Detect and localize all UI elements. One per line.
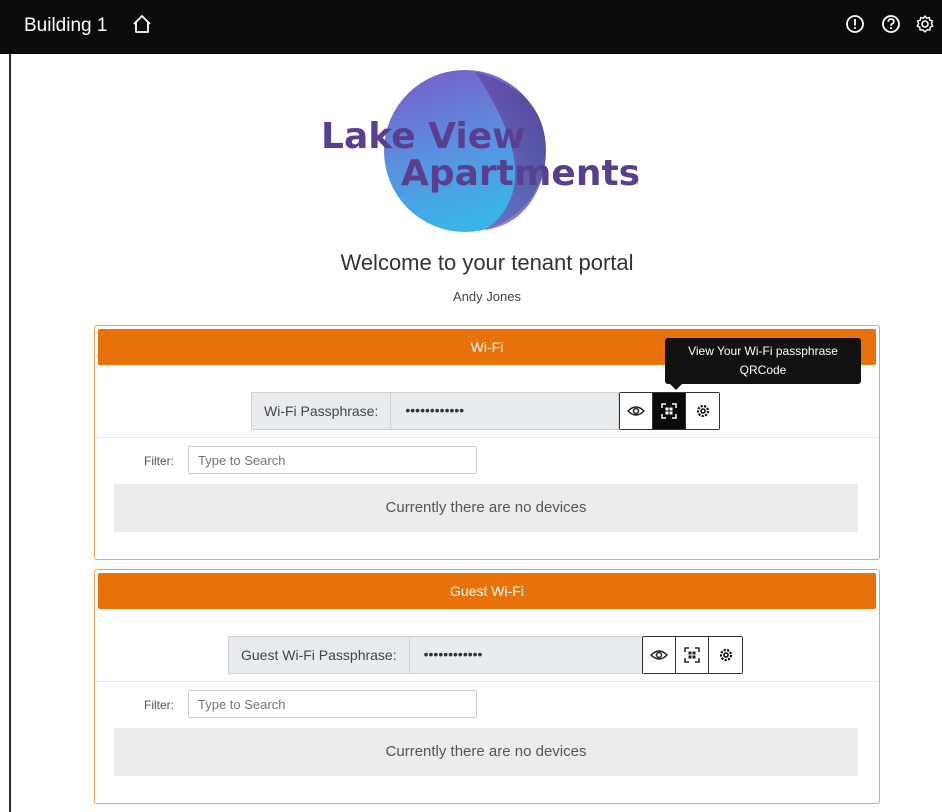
wifi-passphrase-row: Wi-Fi Passphrase: •••••••••••• [95,392,879,430]
wifi-passphrase-label: Wi-Fi Passphrase: [252,393,392,429]
guest-divider [95,681,879,682]
guest-qrcode-button[interactable] [676,637,709,673]
eye-icon [627,406,645,416]
wifi-divider [95,437,879,438]
qrcode-tooltip: View Your Wi-Fi passphrase QRCode [665,338,861,390]
top-navbar: Building 1 [0,0,942,54]
gear-icon [719,648,732,662]
wifi-no-devices-message: Currently there are no devices [114,484,858,532]
left-border [9,54,11,812]
tooltip-line2: QRCode [739,363,787,377]
qrcode-icon [661,403,677,419]
guest-passphrase-value[interactable]: •••••••••••• [410,637,497,673]
guest-filter-label: Filter: [144,698,174,712]
guest-passphrase-settings-button[interactable] [709,637,742,673]
lake-view-logo: Lake View Apartments [321,70,640,232]
guest-show-passphrase-button[interactable] [643,637,676,673]
wifi-passphrase-settings-button[interactable] [686,393,719,429]
qrcode-icon [684,647,700,663]
help-icon[interactable] [880,13,902,35]
building-title: Building 1 [24,15,108,36]
settings-icon[interactable] [914,13,936,35]
user-name: Andy Jones [453,289,521,304]
eye-icon [650,650,668,660]
guest-passphrase-field: Guest Wi-Fi Passphrase: •••••••••••• [228,636,644,674]
gear-icon [696,404,709,418]
guest-passphrase-label: Guest Wi-Fi Passphrase: [229,637,410,673]
welcome-heading: Welcome to your tenant portal [340,250,634,275]
guest-filter-input[interactable] [188,690,477,718]
guest-no-devices-message: Currently there are no devices [114,728,858,776]
guest-passphrase-row: Guest Wi-Fi Passphrase: •••••••••••• [95,636,879,674]
alert-icon[interactable] [844,13,866,35]
wifi-passphrase-field: Wi-Fi Passphrase: •••••••••••• [251,392,619,430]
wifi-filter-label: Filter: [144,454,174,468]
guest-wifi-panel-header: Guest Wi-Fi [98,573,876,609]
wifi-qrcode-button[interactable] [653,393,686,429]
guest-passphrase-actions [642,636,743,674]
wifi-passphrase-actions [619,392,720,430]
wifi-passphrase-value[interactable]: •••••••••••• [391,393,478,429]
wifi-show-passphrase-button[interactable] [620,393,653,429]
home-icon[interactable] [131,13,153,35]
logo-text-line2: Apartments [401,153,640,194]
guest-wifi-panel: Guest Wi-Fi Guest Wi-Fi Passphrase: ••••… [94,569,880,804]
logo-text-line1: Lake View [321,116,525,157]
wifi-filter-input[interactable] [188,446,477,474]
tooltip-line1: View Your Wi-Fi passphrase [688,344,838,358]
